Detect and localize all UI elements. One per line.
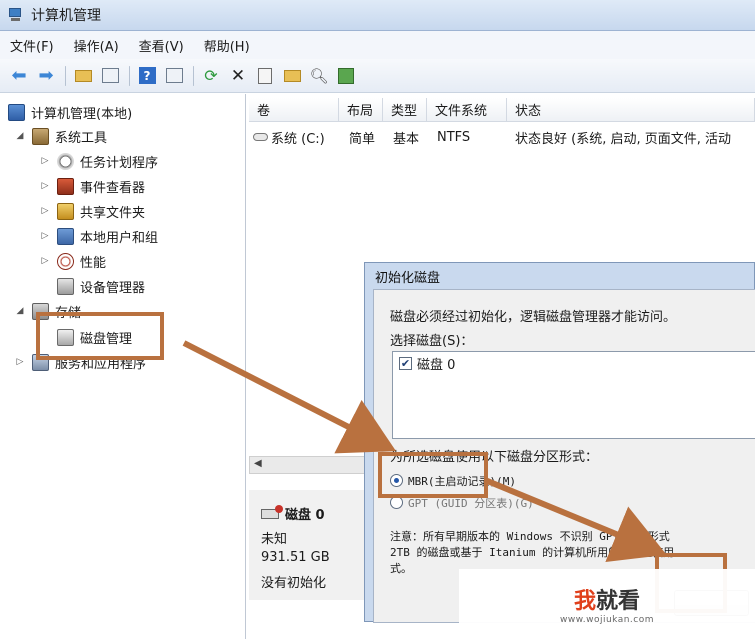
disk-list-item[interactable]: 磁盘 0: [417, 354, 455, 373]
expand-triangle-icon[interactable]: ▷: [39, 206, 51, 216]
expand-triangle-icon[interactable]: ▷: [39, 256, 51, 266]
disk-select-list[interactable]: ✔ 磁盘 0: [392, 351, 755, 439]
disk-title: 磁盘 0: [261, 504, 325, 523]
tree-label: 计算机管理(本地): [31, 106, 133, 122]
shared-folder-icon: [57, 202, 74, 220]
tree-item-shared-folders[interactable]: ▷ 共享文件夹: [39, 200, 145, 222]
note-line-1: 注意：所有早期版本的 Windows 不识别 GPT 分区形式: [390, 530, 670, 543]
column-header-layout[interactable]: 布局: [339, 98, 383, 122]
tools-icon: [32, 127, 49, 145]
help-icon[interactable]: ?: [136, 65, 158, 87]
volume-cell-status: 状态良好 (系统, 启动, 页面文件, 活动: [515, 131, 731, 147]
properties-icon[interactable]: [254, 65, 276, 87]
device-manager-icon: [57, 277, 74, 295]
menu-view[interactable]: 查看(V): [139, 36, 184, 55]
users-icon: [57, 227, 74, 245]
computer-management-icon: [8, 7, 24, 23]
title-bar: 计算机管理: [0, 0, 755, 31]
show-hide-tree-icon[interactable]: [99, 65, 121, 87]
annotation-highlight-disk-management: [36, 312, 164, 360]
disk-size: 931.51 GB: [261, 550, 330, 565]
column-header-filesystem[interactable]: 文件系统: [427, 98, 507, 122]
watermark-logo-red: 我: [573, 589, 596, 614]
column-header-status[interactable]: 状态: [507, 98, 755, 122]
navigation-tree: 计算机管理(本地) ◢ 系统工具 ▷ 任务计划程序 ▷ 事件查看器 ▷ 共享文件…: [0, 94, 246, 639]
back-arrow-icon[interactable]: ⬅: [8, 65, 30, 87]
watermark-logo: 我就看 www.wojiukan.com: [459, 569, 755, 639]
disk-state: 没有初始化: [261, 576, 327, 591]
volume-cell-type: 基本: [393, 131, 420, 147]
scroll-left-icon[interactable]: ◀: [254, 458, 262, 469]
select-disk-label: 选择磁盘(S)：: [390, 334, 474, 349]
tree-label: 系统工具: [55, 130, 108, 146]
tree-label: 设备管理器: [80, 280, 146, 296]
refresh-icon[interactable]: ⟳: [200, 65, 222, 87]
forward-arrow-icon[interactable]: ➡: [35, 65, 57, 87]
uninitialized-disk-icon: [261, 504, 283, 519]
tree-item-device-manager[interactable]: 设备管理器: [57, 275, 145, 297]
open-folder-icon[interactable]: [281, 65, 303, 87]
column-header-volume[interactable]: 卷: [249, 98, 339, 122]
watermark-logo-rest: 就看: [596, 589, 641, 614]
expand-triangle-icon[interactable]: ▷: [14, 357, 26, 367]
tree-item-event-viewer[interactable]: ▷ 事件查看器: [39, 175, 145, 197]
toolbar: ⬅ ➡ ? ⟳ ✕ 🔍︎: [0, 59, 755, 93]
dialog-message: 磁盘必须经过初始化，逻辑磁盘管理器才能访问。: [390, 310, 677, 325]
tree-label: 共享文件夹: [80, 205, 146, 221]
horizontal-scrollbar[interactable]: ◀: [249, 456, 369, 474]
disk-type: 未知: [261, 532, 288, 547]
delete-icon[interactable]: ✕: [227, 65, 249, 87]
tree-label: 本地用户和组: [80, 230, 159, 246]
collapse-triangle-icon[interactable]: ◢: [14, 131, 26, 141]
watermark-url: www.wojiukan.com: [559, 615, 655, 625]
tree-label: 任务计划程序: [80, 155, 159, 171]
menu-action[interactable]: 操作(A): [74, 36, 119, 55]
tree-item-computer-management[interactable]: 计算机管理(本地): [8, 101, 132, 123]
menu-file[interactable]: 文件(F): [10, 36, 54, 55]
toolbar-separator: [129, 65, 130, 86]
action-pane-icon[interactable]: [163, 65, 185, 87]
disk-0-checkbox[interactable]: ✔: [399, 357, 412, 370]
note-line-3: 式。: [390, 562, 412, 575]
tree-label: 性能: [80, 255, 107, 271]
volume-cell-name[interactable]: 系统 (C:): [253, 127, 325, 147]
volume-name: 系统 (C:): [271, 131, 325, 147]
expand-triangle-icon[interactable]: ▷: [39, 156, 51, 166]
clock-icon: [57, 152, 74, 170]
disk-0-info-panel[interactable]: 磁盘 0 未知 931.51 GB 没有初始化: [249, 490, 367, 600]
expand-triangle-icon[interactable]: ▷: [39, 181, 51, 191]
collapse-triangle-icon[interactable]: ◢: [14, 306, 26, 316]
volume-cell-layout: 简单: [349, 131, 376, 147]
menu-help[interactable]: 帮助(H): [204, 36, 250, 55]
up-folder-icon[interactable]: [72, 65, 94, 87]
event-log-icon: [57, 177, 74, 195]
tree-item-local-users[interactable]: ▷ 本地用户和组: [39, 225, 158, 247]
search-icon[interactable]: 🔍︎: [308, 65, 330, 87]
disk-name: 磁盘 0: [285, 508, 325, 523]
column-header-type[interactable]: 类型: [383, 98, 427, 122]
annotation-highlight-mbr: [378, 452, 488, 498]
tree-item-system-tools[interactable]: ◢ 系统工具: [14, 125, 107, 147]
volume-cell-filesystem: NTFS: [437, 129, 471, 145]
dialog-title: 初始化磁盘: [375, 271, 441, 286]
drive-icon: [253, 133, 268, 141]
menu-bar: 文件(F) 操作(A) 查看(V) 帮助(H): [0, 31, 755, 59]
performance-icon: [57, 252, 74, 270]
note-line-2: 2TB 的磁盘或基于 Itanium 的计算机所用的磁盘上使用: [390, 546, 675, 559]
computer-icon: [8, 103, 25, 121]
window-title: 计算机管理: [31, 8, 101, 24]
tree-label: 事件查看器: [80, 180, 146, 196]
disk-properties-icon[interactable]: [335, 65, 357, 87]
toolbar-separator: [193, 65, 194, 86]
watermark-text: 我就看: [574, 583, 640, 615]
toolbar-separator: [65, 65, 66, 86]
expand-triangle-icon[interactable]: ▷: [39, 231, 51, 241]
tree-item-performance[interactable]: ▷ 性能: [39, 250, 106, 272]
tree-item-task-scheduler[interactable]: ▷ 任务计划程序: [39, 150, 158, 172]
